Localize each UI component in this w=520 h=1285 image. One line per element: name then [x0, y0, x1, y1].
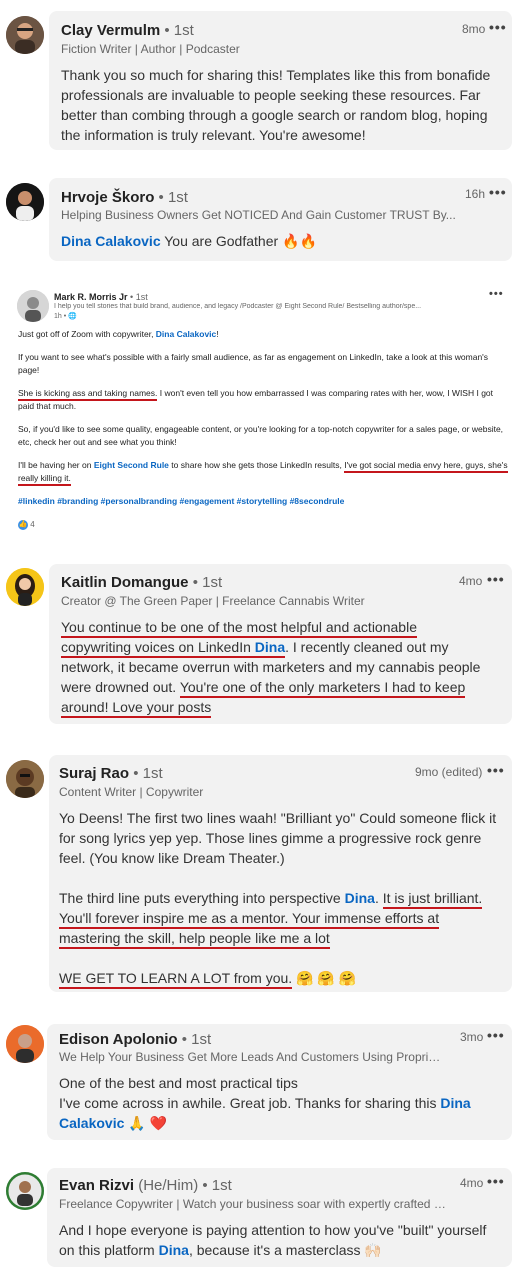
mention-link[interactable]: Dina Calakovic — [156, 329, 216, 339]
commenter-name[interactable]: Evan Rizvi (He/Him) • 1st — [59, 1177, 232, 1194]
mention-link[interactable]: Dina — [255, 639, 285, 655]
more-options-icon[interactable]: ••• — [487, 571, 505, 587]
post-author-name[interactable]: Mark R. Morris Jr • 1st — [54, 292, 148, 302]
connection-degree: • 1st — [181, 1031, 212, 1048]
avatar[interactable] — [6, 568, 44, 606]
underlined-text: copywriting voices on LinkedIn Dina — [61, 639, 286, 658]
post-time: 1h • 🌐 — [54, 313, 77, 320]
comment-time: 9mo (edited) — [415, 765, 483, 779]
connection-degree: • 1st — [130, 292, 148, 302]
comment-paragraph: WE GET TO LEARN A LOT from you. 🤗 🤗 🤗 — [59, 968, 504, 989]
mention-link[interactable]: Dina — [345, 890, 375, 906]
more-options-icon[interactable]: ••• — [489, 288, 504, 300]
emoji-text: 🙏 ❤️ — [124, 1115, 168, 1131]
avatar[interactable] — [6, 1172, 44, 1210]
text: , because it's a masterclass 🙌🏻 — [188, 1242, 382, 1258]
more-options-icon[interactable]: ••• — [487, 1027, 505, 1043]
connection-degree: • 1st — [133, 765, 163, 782]
comment-time: 4mo — [460, 1176, 484, 1190]
commenter-name[interactable]: Edison Apolonio • 1st — [59, 1031, 211, 1048]
avatar[interactable] — [6, 16, 44, 54]
text: One of the best and most practical tips — [59, 1075, 298, 1091]
mention-link[interactable]: Dina — [159, 1242, 189, 1258]
text: The third line puts everything into pers… — [59, 890, 345, 906]
text: Just got off of Zoom with copywriter, — [18, 329, 156, 339]
emoji-text: 🤗 🤗 🤗 — [292, 970, 357, 986]
like-icon: 👍 — [18, 519, 28, 530]
post-body: Just got off of Zoom with copywriter, Di… — [18, 328, 508, 531]
text: to share how she gets those LinkedIn res… — [168, 460, 345, 470]
commenter-headline: Helping Business Owners Get NOTICED And … — [61, 208, 456, 222]
mention-link[interactable]: Eight Second Rule — [94, 460, 169, 470]
more-options-icon[interactable]: ••• — [487, 1173, 505, 1189]
commenter-headline: Content Writer | Copywriter — [59, 785, 204, 799]
comment-paragraph: The third line puts everything into pers… — [59, 888, 504, 949]
name-text[interactable]: Evan Rizvi — [59, 1177, 134, 1194]
commenter-headline: Fiction Writer | Author | Podcaster — [61, 42, 240, 56]
name-text[interactable]: Edison Apolonio — [59, 1031, 178, 1048]
underlined-text: WE GET TO LEARN A LOT from you. — [59, 970, 293, 989]
commenter-headline: Creator @ The Green Paper | Freelance Ca… — [61, 594, 365, 608]
commenter-headline: We Help Your Business Get More Leads And… — [59, 1050, 444, 1064]
connection-degree: • 1st — [164, 22, 194, 39]
reactions[interactable]: 👍 4 — [18, 518, 508, 531]
comment-text: Yo Deens! The first two lines waah! "Bri… — [59, 808, 504, 989]
more-options-icon[interactable]: ••• — [487, 762, 505, 778]
hashtags[interactable]: #linkedin #branding #personalbranding #e… — [18, 495, 508, 508]
name-text[interactable]: Kaitlin Domangue — [61, 574, 189, 591]
comment-text: You continue to be one of the most helpf… — [61, 617, 481, 718]
connection-degree: • 1st — [158, 189, 188, 206]
commenter-name[interactable]: Kaitlin Domangue • 1st — [61, 574, 222, 591]
post-paragraph: Just got off of Zoom with copywriter, Di… — [18, 328, 508, 341]
post-paragraph: She is kicking ass and taking names. I w… — [18, 387, 508, 413]
more-options-icon[interactable]: ••• — [489, 19, 507, 35]
commenter-headline: Freelance Copywriter | Watch your busine… — [59, 1197, 449, 1211]
text: copywriting voices on LinkedIn — [61, 639, 255, 655]
comment-text-rest: You are Godfather 🔥🔥 — [160, 233, 317, 249]
avatar[interactable] — [6, 760, 44, 798]
avatar[interactable] — [6, 183, 44, 221]
name-text[interactable]: Suraj Rao — [59, 765, 129, 782]
text: . — [374, 890, 383, 906]
post-author-avatar[interactable] — [17, 290, 49, 322]
comment-text: Dina Calakovic You are Godfather 🔥🔥 — [61, 231, 506, 251]
pronouns: (He/Him) — [138, 1177, 199, 1194]
commenter-name[interactable]: Clay Vermulm • 1st — [61, 22, 194, 39]
reaction-count: 4 — [30, 520, 35, 529]
post-paragraph: If you want to see what's possible with … — [18, 352, 489, 375]
post-author-name-text[interactable]: Mark R. Morris Jr — [54, 292, 128, 302]
post-author-headline: I help you tell stories that build brand… — [54, 303, 422, 310]
comment-time: 4mo — [459, 574, 483, 588]
comment-text: And I hope everyone is paying attention … — [59, 1220, 504, 1260]
avatar[interactable] — [6, 1025, 44, 1063]
commenter-name[interactable]: Hrvoje Škoro • 1st — [61, 189, 188, 206]
connection-degree: • 1st — [192, 574, 223, 591]
mention-link[interactable]: Dina Calakovic — [61, 233, 161, 249]
underlined-text: She is kicking ass and taking names. — [18, 388, 158, 401]
post-paragraph: So, if you'd like to see some quality, e… — [18, 424, 504, 447]
name-text[interactable]: Hrvoje Škoro — [61, 189, 154, 206]
comment-text: One of the best and most practical tips … — [59, 1073, 499, 1133]
text: I'll be having her on — [18, 460, 94, 470]
name-text[interactable]: Clay Vermulm — [61, 22, 160, 39]
more-options-icon[interactable]: ••• — [489, 184, 507, 200]
comment-time: 8mo — [462, 22, 486, 36]
underlined-text: You continue to be one of the most helpf… — [61, 619, 417, 638]
text: I've come across in awhile. Great job. T… — [59, 1095, 441, 1111]
text: ! — [216, 329, 219, 339]
connection-degree: • 1st — [202, 1177, 232, 1194]
comment-paragraph: Yo Deens! The first two lines waah! "Bri… — [59, 810, 497, 866]
post-paragraph: I'll be having her on Eight Second Rule … — [18, 459, 508, 486]
comment-text: Thank you so much for sharing this! Temp… — [61, 67, 491, 143]
commenter-name[interactable]: Suraj Rao • 1st — [59, 765, 163, 782]
comment-time: 3mo — [460, 1030, 484, 1044]
comment-time: 16h — [465, 187, 486, 201]
